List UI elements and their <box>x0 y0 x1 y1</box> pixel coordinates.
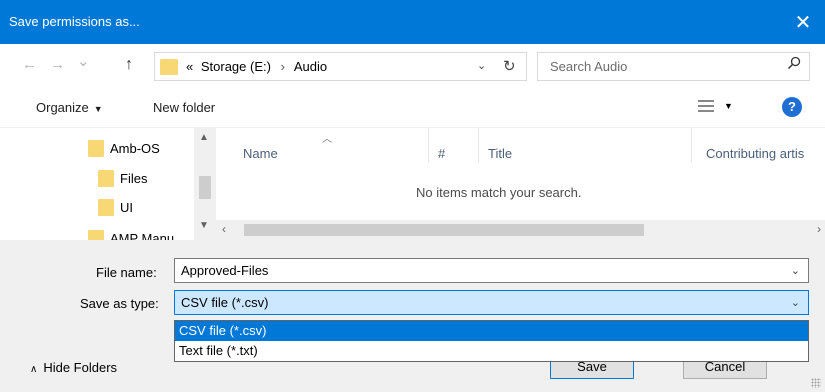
file-name-field[interactable]: Approved-Files ⌄ <box>174 258 809 283</box>
chevron-up-icon[interactable]: ▲ <box>199 132 209 143</box>
file-name-label: File name: <box>96 265 157 280</box>
folder-icon <box>98 198 114 216</box>
sort-ascending-icon: ︿ <box>322 134 332 145</box>
window-title: Save permissions as... <box>9 14 140 29</box>
address-row: ← → ⌄ ↑ « Storage (E:) › Audio ⌄ ↻ Searc… <box>0 44 825 88</box>
back-icon[interactable]: ← <box>22 56 37 73</box>
column-divider[interactable] <box>428 128 429 162</box>
dropdown-option-csv[interactable]: CSV file (*.csv) <box>175 321 808 341</box>
refresh-icon[interactable]: ↻ <box>503 57 516 75</box>
save-type-select[interactable]: CSV file (*.csv) ⌄ <box>174 290 809 315</box>
hide-folders-button[interactable]: ∧ Hide Folders <box>30 360 117 375</box>
dropdown-option-txt[interactable]: Text file (*.txt) <box>175 341 808 361</box>
folder-icon <box>88 139 104 157</box>
chevron-right-icon[interactable]: › <box>817 222 821 236</box>
folder-icon <box>160 59 178 75</box>
breadcrumb-item-audio[interactable]: Audio <box>294 59 327 74</box>
chevron-down-icon[interactable]: ▼ <box>199 220 209 231</box>
caret-down-icon[interactable]: ▼ <box>724 101 733 111</box>
search-icon[interactable] <box>787 56 801 74</box>
chevron-left-icon[interactable]: ‹ <box>222 222 226 236</box>
folder-icon <box>98 169 114 187</box>
tree-item-ui[interactable]: UI <box>98 197 133 217</box>
column-divider[interactable] <box>478 128 479 162</box>
recent-locations-icon[interactable]: ⌄ <box>77 52 90 70</box>
chevron-down-icon[interactable]: ⌄ <box>791 296 800 309</box>
up-icon[interactable]: ↑ <box>125 56 133 74</box>
tree-item-files[interactable]: Files <box>98 168 147 188</box>
view-options-icon[interactable] <box>698 99 714 113</box>
column-header-contributing-artists[interactable]: Contributing artis <box>706 146 804 161</box>
command-toolbar: Organize ▼ New folder ▼ ? <box>0 88 825 128</box>
chevron-down-icon[interactable]: ⌄ <box>477 59 486 72</box>
tree-item-label: UI <box>120 199 133 215</box>
organize-label: Organize <box>36 100 89 115</box>
scrollbar-thumb[interactable] <box>199 176 211 199</box>
resize-grip-icon[interactable] <box>811 378 821 388</box>
file-name-value: Approved-Files <box>181 263 269 278</box>
folder-icon <box>88 229 104 240</box>
search-placeholder: Search Audio <box>550 59 628 74</box>
title-bar: Save permissions as... ✕ <box>0 0 825 44</box>
tree-item-amp-manual[interactable]: AMP Manu... <box>88 228 185 240</box>
chevron-down-icon[interactable]: ⌄ <box>791 264 800 277</box>
breadcrumb: « Storage (E:) › Audio <box>186 59 327 74</box>
tree-item-label: Files <box>120 170 148 186</box>
help-icon[interactable]: ? <box>782 97 802 117</box>
close-button[interactable]: ✕ <box>781 0 825 44</box>
address-bar[interactable]: « Storage (E:) › Audio ⌄ ↻ <box>154 52 527 81</box>
hide-folders-label: Hide Folders <box>43 360 118 375</box>
new-folder-button[interactable]: New folder <box>153 100 215 115</box>
empty-message: No items match your search. <box>416 185 582 200</box>
column-header-name[interactable]: Name <box>243 146 278 161</box>
tree-item-label: AMP Manu... <box>110 230 185 241</box>
breadcrumb-item-storage[interactable]: Storage (E:) <box>197 59 271 74</box>
organize-menu[interactable]: Organize ▼ <box>36 100 103 115</box>
file-list-scrollbar[interactable]: ‹ › <box>216 220 825 240</box>
scrollbar-thumb[interactable] <box>244 224 644 236</box>
save-type-label: Save as type: <box>80 296 159 311</box>
column-header-number[interactable]: # <box>438 146 445 161</box>
column-divider[interactable] <box>691 128 692 162</box>
save-type-value: CSV file (*.csv) <box>181 295 269 310</box>
forward-icon[interactable]: → <box>50 56 65 73</box>
breadcrumb-overflow[interactable]: « <box>186 59 193 74</box>
navigation-pane: Amb-OS Files UI AMP Manu... <box>0 128 216 240</box>
breadcrumb-separator[interactable]: › <box>275 59 291 74</box>
tree-item-amb-os[interactable]: Amb-OS <box>88 138 160 158</box>
caret-down-icon: ▼ <box>93 104 103 114</box>
close-icon: ✕ <box>794 11 812 34</box>
save-type-dropdown: CSV file (*.csv) Text file (*.txt) <box>174 320 809 362</box>
navigation-scrollbar[interactable]: ▲ ▼ <box>194 128 216 240</box>
search-input[interactable]: Search Audio <box>537 52 810 81</box>
column-header-title[interactable]: Title <box>488 146 512 161</box>
tree-item-label: Amb-OS <box>110 140 160 156</box>
chevron-up-icon: ∧ <box>30 364 38 375</box>
